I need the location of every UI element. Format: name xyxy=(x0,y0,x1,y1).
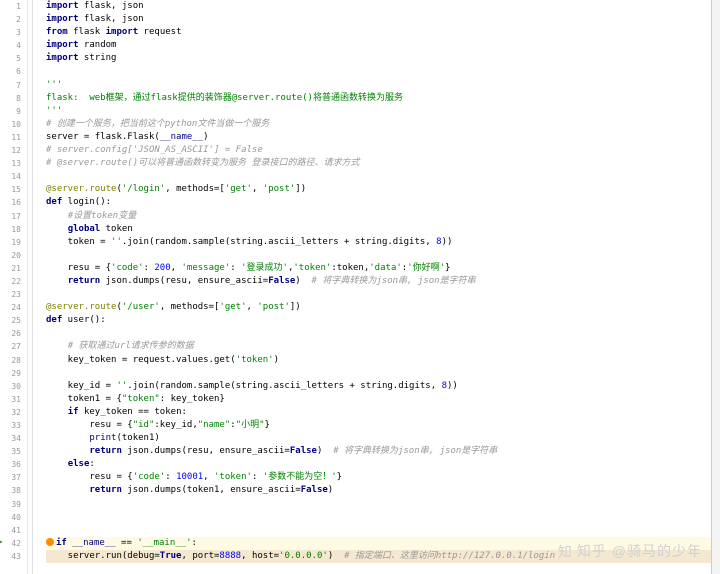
code-line[interactable]: import flask, json xyxy=(46,13,711,26)
line-number: 34 xyxy=(0,432,21,445)
code-line[interactable]: import string xyxy=(46,52,711,65)
vertical-scrollbar[interactable] xyxy=(712,0,720,574)
code-line[interactable]: #设置token变量 xyxy=(46,210,711,223)
code-area[interactable]: import flask, jsonimport flask, jsonfrom… xyxy=(40,0,711,574)
code-line[interactable]: ''' xyxy=(46,79,711,92)
line-number: 16 xyxy=(0,196,21,209)
code-line[interactable]: import random xyxy=(46,39,711,52)
run-marker-icon[interactable]: ▶ xyxy=(0,537,3,546)
code-line[interactable]: key_id = ''.join(random.sample(string.as… xyxy=(46,380,711,393)
line-number: 22 xyxy=(0,275,21,288)
line-number: 6 xyxy=(0,65,21,78)
line-number: 15 xyxy=(0,183,21,196)
code-line[interactable]: resu = {"id":key_id,"name":"小明"} xyxy=(46,419,711,432)
code-line[interactable]: return json.dumps(resu, ensure_ascii=Fal… xyxy=(46,445,711,458)
code-line[interactable]: return json.dumps(resu, ensure_ascii=Fal… xyxy=(46,275,711,288)
code-line[interactable]: if key_token == token: xyxy=(46,406,711,419)
line-number: 24 xyxy=(0,301,21,314)
line-number: 14 xyxy=(0,170,21,183)
line-number: 21 xyxy=(0,262,21,275)
line-number: 40 xyxy=(0,511,21,524)
line-number: 42 xyxy=(0,537,21,550)
line-number: 25 xyxy=(0,314,21,327)
line-number: 10 xyxy=(0,118,21,131)
line-number: 18 xyxy=(0,223,21,236)
line-number: 1 xyxy=(0,0,21,13)
code-line[interactable]: # 创建一个服务，把当前这个python文件当做一个服务 xyxy=(46,118,711,131)
code-line[interactable]: import flask, json xyxy=(46,0,711,13)
line-number: 26 xyxy=(0,327,21,340)
code-line[interactable]: key_token = request.values.get('token') xyxy=(46,354,711,367)
watermark-text: 知知乎 @骑马的少年 xyxy=(558,541,702,562)
line-number: 32 xyxy=(0,406,21,419)
code-line[interactable] xyxy=(46,367,711,380)
line-number: 35 xyxy=(0,445,21,458)
line-number: 27 xyxy=(0,340,21,353)
line-number: 2 xyxy=(0,13,21,26)
code-line[interactable] xyxy=(46,327,711,340)
code-line[interactable]: resu = {'code': 10001, 'token': '参数不能为空！… xyxy=(46,471,711,484)
line-number: 11 xyxy=(0,131,21,144)
line-number: 9 xyxy=(0,105,21,118)
code-line[interactable] xyxy=(46,288,711,301)
code-line[interactable]: token = ''.join(random.sample(string.asc… xyxy=(46,236,711,249)
line-number: 30 xyxy=(0,380,21,393)
line-number: 37 xyxy=(0,471,21,484)
code-line[interactable]: print(token1) xyxy=(46,432,711,445)
line-gutter: ▶ 12345678910111213141516171819202122232… xyxy=(0,0,28,574)
code-line[interactable] xyxy=(46,511,711,524)
code-line[interactable]: # server.config['JSON_AS_ASCII'] = False xyxy=(46,144,711,157)
code-line[interactable]: # @server.route()可以将普通函数转变为服务 登录接口的路径、请求… xyxy=(46,157,711,170)
code-line[interactable] xyxy=(46,65,711,78)
line-number: 20 xyxy=(0,249,21,262)
line-number: 4 xyxy=(0,39,21,52)
line-number: 39 xyxy=(0,498,21,511)
code-line[interactable]: ''' xyxy=(46,105,711,118)
line-number: 13 xyxy=(0,157,21,170)
line-number: 33 xyxy=(0,419,21,432)
line-number: 3 xyxy=(0,26,21,39)
line-number: 31 xyxy=(0,393,21,406)
code-line[interactable]: server = flask.Flask(__name__) xyxy=(46,131,711,144)
line-number: 12 xyxy=(0,144,21,157)
code-line[interactable]: flask: web框架，通过flask提供的装饰器@server.route(… xyxy=(46,92,711,105)
line-number: 28 xyxy=(0,354,21,367)
code-line[interactable]: global token xyxy=(46,223,711,236)
code-line[interactable]: resu = {'code': 200, 'message': '登录成功','… xyxy=(46,262,711,275)
line-number: 38 xyxy=(0,484,21,497)
code-line[interactable] xyxy=(46,170,711,183)
line-number: 29 xyxy=(0,367,21,380)
code-line[interactable]: return json.dumps(token1, ensure_ascii=F… xyxy=(46,484,711,497)
code-line[interactable]: @server.route('/user', methods=['get', '… xyxy=(46,301,711,314)
code-line[interactable] xyxy=(46,249,711,262)
line-number: 7 xyxy=(0,79,21,92)
code-line[interactable] xyxy=(46,498,711,511)
line-number: 8 xyxy=(0,92,21,105)
fold-column xyxy=(28,0,40,574)
line-number: 36 xyxy=(0,458,21,471)
line-number: 19 xyxy=(0,236,21,249)
zhihu-icon: 知 xyxy=(558,542,573,562)
code-line[interactable]: def user(): xyxy=(46,314,711,327)
line-number: 23 xyxy=(0,288,21,301)
code-line[interactable] xyxy=(46,524,711,537)
line-number: 5 xyxy=(0,52,21,65)
code-line[interactable]: from flask import request xyxy=(46,26,711,39)
code-line[interactable]: else: xyxy=(46,458,711,471)
code-line[interactable]: token1 = {"token": key_token} xyxy=(46,393,711,406)
code-editor[interactable]: ▶ 12345678910111213141516171819202122232… xyxy=(0,0,712,574)
code-line[interactable]: # 获取通过url请求传参的数据 xyxy=(46,340,711,353)
code-line[interactable]: def login(): xyxy=(46,196,711,209)
breakpoint-icon[interactable] xyxy=(46,538,54,546)
line-number: 43 xyxy=(0,550,21,563)
code-line[interactable]: @server.route('/login', methods=['get', … xyxy=(46,183,711,196)
line-number: 17 xyxy=(0,210,21,223)
line-number: 41 xyxy=(0,524,21,537)
